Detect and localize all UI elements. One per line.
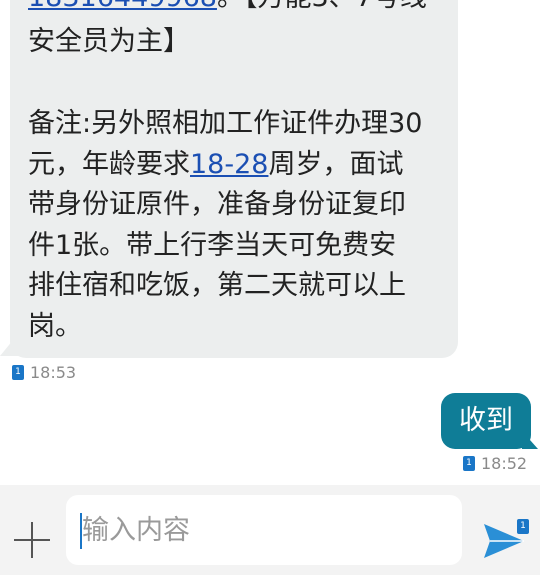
outgoing-message-text: 收到 <box>459 405 513 436</box>
note-line: 元，年龄要求18-28周岁，面试 <box>28 145 448 186</box>
sim-card-icon: 1 <box>463 455 475 471</box>
note-text: 周岁，面试 <box>268 148 404 180</box>
message-input[interactable] <box>66 495 462 565</box>
note-line: 岗。 <box>28 310 82 342</box>
outgoing-time: 18:52 <box>481 453 528 473</box>
incoming-timestamp: 1 18:53 <box>12 362 76 382</box>
note-line: 带身份证原件，准备身份证复印 <box>28 189 406 220</box>
message-thread: 18316449968。【万能3、7号线 安全员为主】 备注:另外照相加工作证件… <box>0 0 540 575</box>
incoming-bubble-tail <box>0 334 18 356</box>
incoming-text: 。【万能3、7号线 <box>217 0 427 13</box>
note-line: 件1张。带上行李当天可免费安 <box>28 229 397 261</box>
plus-icon[interactable] <box>14 522 50 558</box>
incoming-message-note: 备注:另外照相加工作证件办理30 元，年龄要求18-28周岁，面试 带身份证原件… <box>28 104 448 347</box>
note-line: 排住宿和吃饭，第二天就可以上 <box>28 270 406 301</box>
age-range-link[interactable]: 18-28 <box>190 149 268 180</box>
outgoing-timestamp: 1 18:52 <box>463 453 527 473</box>
note-text: 元，年龄要求 <box>28 148 190 180</box>
text-cursor <box>80 513 82 549</box>
incoming-message-line: 安全员为主】 <box>28 26 190 57</box>
note-line: 备注:另外照相加工作证件办理30 <box>28 108 423 139</box>
sim-card-icon: 1 <box>517 519 529 534</box>
incoming-message-line: 18316449968。【万能3、7号线 <box>28 0 448 19</box>
incoming-time: 18:53 <box>30 362 77 382</box>
phone-number-link[interactable]: 18316449968 <box>28 0 217 13</box>
sim-card-icon: 1 <box>12 364 24 380</box>
